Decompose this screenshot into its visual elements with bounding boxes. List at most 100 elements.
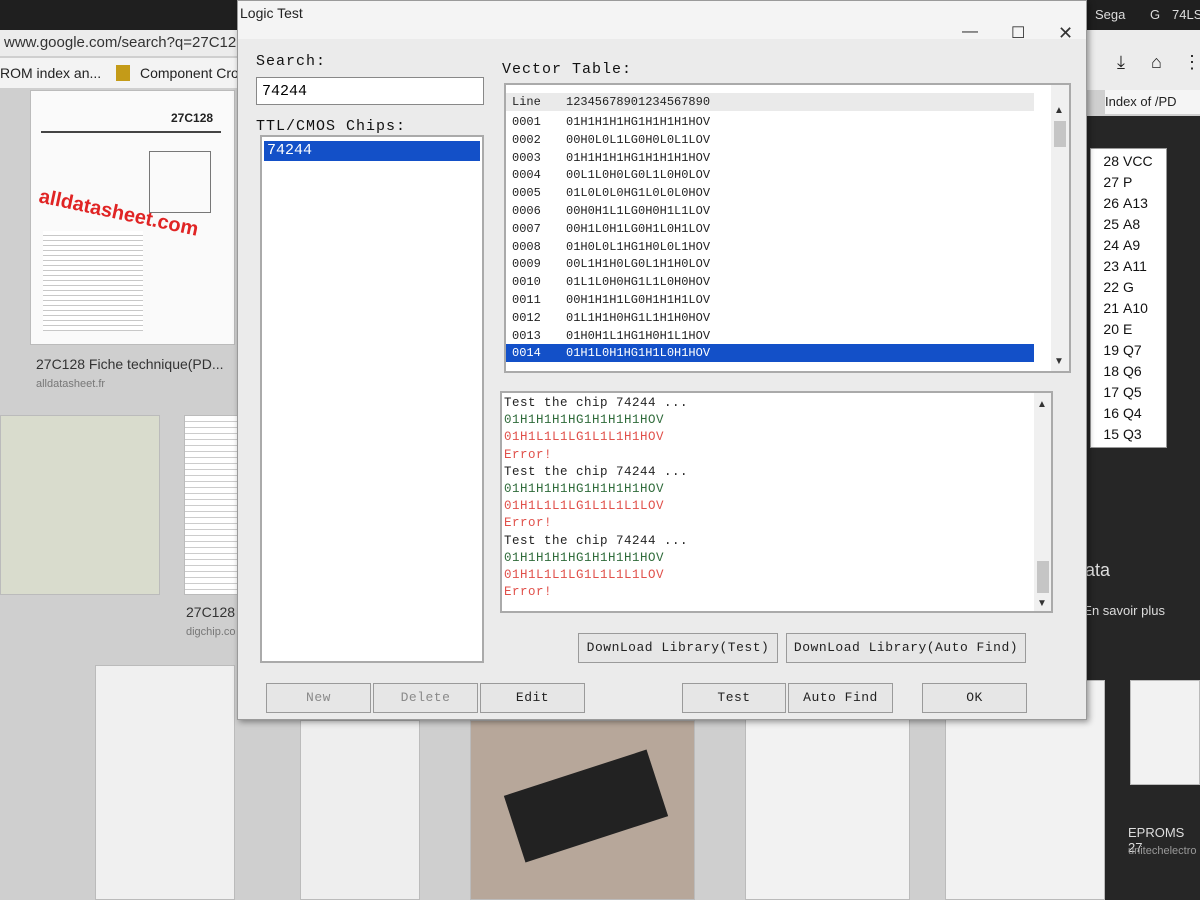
pinout-thumbnail-2[interactable]: [745, 715, 910, 900]
search-input[interactable]: [256, 77, 484, 105]
vector-row[interactable]: 0004 00L1L0H0LG0L1L0H0LOV: [506, 166, 1034, 184]
log-line: Test the chip 74244 ...: [504, 464, 689, 479]
download-library-test-button[interactable]: DownLoad Library(Test): [578, 633, 778, 663]
vector-row[interactable]: 0011 00H1H1H1LG0H1H1H1LOV: [506, 291, 1034, 309]
vector-row[interactable]: 0005 01L0L0L0HG1L0L0L0HOV: [506, 184, 1034, 202]
thumb-source: alldatasheet.fr: [36, 378, 106, 390]
vector-row[interactable]: 0010 01L1L0H0HG1L1L0H0HOV: [506, 273, 1034, 291]
vector-pattern: 01L1H1H0HG1L1H1H0HOV: [566, 310, 711, 325]
vector-line-number: 0012: [512, 310, 541, 325]
pin-row: 22 G: [1103, 279, 1134, 295]
vector-row[interactable]: 0013 01H0H1L1HG1H0H1L1HOV: [506, 327, 1034, 345]
minimize-icon[interactable]: —: [962, 23, 978, 41]
logic-test-dialog: Logic Test — ☐ ✕ Search: TTL/CMOS Chips:…: [237, 0, 1087, 720]
scroll-up-icon[interactable]: ▲: [1054, 105, 1064, 116]
vector-line-number: 0004: [512, 168, 541, 183]
title-bar[interactable]: Logic Test — ☐ ✕: [238, 1, 1086, 43]
vector-line-number: 0013: [512, 328, 541, 343]
download-icon[interactable]: ⤓: [1117, 52, 1125, 73]
maximize-icon[interactable]: ☐: [1011, 23, 1025, 43]
vector-pattern: 00H1H1H1LG0H1H1H1LOV: [566, 293, 711, 307]
pin-row: 16 Q4: [1103, 405, 1142, 421]
vector-pattern: 01H1H1H1HG1H1H1H1HOV: [566, 150, 711, 165]
log-line: 01H1H1H1HG1H1H1H1HOV: [504, 482, 665, 496]
right-source: unitechelectro: [1128, 845, 1197, 857]
chip-drawing-thumbnail[interactable]: [300, 720, 420, 900]
vector-pattern: 00H0L0L1LG0H0L0L1LOV: [566, 132, 711, 147]
pin-row: 23 A11: [1103, 258, 1147, 274]
download-library-auto-find-button[interactable]: DownLoad Library(Auto Find): [786, 633, 1026, 663]
scroll-down-icon[interactable]: ▼: [1054, 356, 1064, 367]
pin-row: 28 VCC: [1103, 153, 1153, 169]
browser-tab-sega[interactable]: Sega: [1095, 4, 1125, 26]
vector-row[interactable]: 0008 01H0L0L1HG1H0L0L1HOV: [506, 238, 1034, 256]
vector-line-number: 0002: [512, 132, 541, 147]
vector-line-number: 0010: [512, 275, 541, 290]
pin-row: 25 A8: [1103, 216, 1141, 232]
vector-row[interactable]: 0012 01L1H1H0HG1L1H1H0HOV: [506, 309, 1034, 327]
dialog-button-bar: New Delete Edit Test Auto Find OK: [250, 681, 1070, 715]
chip-item-74244[interactable]: 74244: [264, 141, 480, 161]
log-line: Error!: [504, 585, 553, 600]
vector-pattern: 01H1H1H1HG1H1H1H1HOV: [566, 115, 711, 129]
log-line: 01H1L1L1LG1L1L1L1LOV: [504, 568, 665, 582]
datasheet-thumbnail[interactable]: 27C128 alldatasheet.com: [30, 90, 235, 345]
log-line: Error!: [504, 516, 553, 531]
vector-row-selected[interactable]: 0014 01H1L0H1HG1H1L0H1HOV: [506, 344, 1034, 363]
vector-pattern: 00H1L0H1LG0H1L0H1LOV: [566, 221, 711, 236]
scroll-thumb[interactable]: [1054, 121, 1066, 147]
delete-button[interactable]: Delete: [373, 683, 478, 713]
address-bar[interactable]: www.google.com/search?q=27C12: [0, 30, 240, 56]
pinout-thumbnail-4[interactable]: [1130, 680, 1200, 785]
pin-row: 19 Q7: [1103, 342, 1142, 358]
vector-table-label: Vector Table:: [502, 61, 633, 78]
pin-row: 27 P: [1103, 174, 1133, 190]
pin-row: 17 Q5: [1103, 384, 1142, 400]
eprom-chip-image: [503, 749, 669, 863]
scroll-down-icon[interactable]: ▼: [1037, 598, 1047, 609]
index-link[interactable]: Index of /PD: [1105, 90, 1200, 114]
pin-row: 24 A9: [1103, 237, 1141, 253]
vector-row[interactable]: 0003 01H1H1H1HG1H1H1H1HOV: [506, 149, 1034, 167]
vector-line-number: 0001: [512, 115, 541, 129]
scroll-up-icon[interactable]: ▲: [1037, 399, 1047, 410]
vector-pattern: 01L0L0L0HG1L0L0L0HOV: [566, 186, 711, 201]
bookmark-icon: [116, 65, 130, 81]
close-icon[interactable]: ✕: [1058, 23, 1073, 44]
ok-button[interactable]: OK: [922, 683, 1027, 713]
menu-icon[interactable]: ⋮: [1183, 52, 1200, 73]
dialog-title: Logic Test: [240, 5, 303, 21]
datasheet-thumbnail-2[interactable]: [184, 415, 239, 595]
log-line: Test the chip 74244 ...: [504, 396, 689, 410]
bookmark-rom-index[interactable]: ROM index an...: [0, 65, 101, 81]
pin-list: 28 VCC 27 P 26 A13 25 A8 24 A9 23 A11 22 G 21 A1…: [1090, 148, 1167, 448]
auto-find-button[interactable]: Auto Find: [788, 683, 893, 713]
vector-table[interactable]: Line 12345678901234567890 0001 01H1H1H1HG…: [504, 83, 1071, 373]
scroll-thumb[interactable]: [1037, 561, 1049, 593]
edit-button[interactable]: Edit: [480, 683, 585, 713]
eprom-photo[interactable]: [470, 720, 695, 900]
log-line: 01H1L1L1LG1L1L1L1LOV: [504, 499, 665, 514]
schematic-thumbnail[interactable]: [0, 415, 160, 595]
pin-row: 18 Q6: [1103, 363, 1142, 379]
vector-pattern: 01H1L0H1HG1H1L0H1HOV: [566, 346, 711, 361]
vector-line-number: 0008: [512, 239, 541, 254]
thumb-caption[interactable]: 27C128 Fiche technique(PD...: [36, 356, 224, 372]
bookmark-component-cross[interactable]: Component Cro: [140, 65, 239, 81]
chips-list[interactable]: 74244: [260, 135, 484, 663]
vector-line-number: 0014: [512, 346, 541, 361]
new-button[interactable]: New: [266, 683, 371, 713]
vector-row[interactable]: 0001 01H1H1H1HG1H1H1H1HOV: [506, 113, 1034, 131]
home-icon[interactable]: ⌂: [1151, 52, 1162, 73]
vector-row[interactable]: 0009 00L1H1H0LG0L1H1H0LOV: [506, 255, 1034, 273]
vector-row[interactable]: 0007 00H1L0H1LG0H1L0H1LOV: [506, 220, 1034, 238]
browser-tab-74ls[interactable]: 74LS: [1172, 4, 1200, 26]
log-scrollbar[interactable]: ▲ ▼: [1034, 393, 1051, 611]
vector-row[interactable]: 0002 00H0L0L1LG0H0L0L1LOV: [506, 131, 1034, 149]
pinout-thumbnail[interactable]: [95, 665, 235, 900]
vector-row[interactable]: 0006 00H0H1L1LG0H0H1L1LOV: [506, 202, 1034, 220]
search-label: Search:: [256, 53, 327, 70]
test-button[interactable]: Test: [682, 683, 786, 713]
thumb-caption-2[interactable]: 27C128: [186, 604, 235, 620]
vector-table-scrollbar[interactable]: ▲ ▼: [1051, 85, 1069, 371]
